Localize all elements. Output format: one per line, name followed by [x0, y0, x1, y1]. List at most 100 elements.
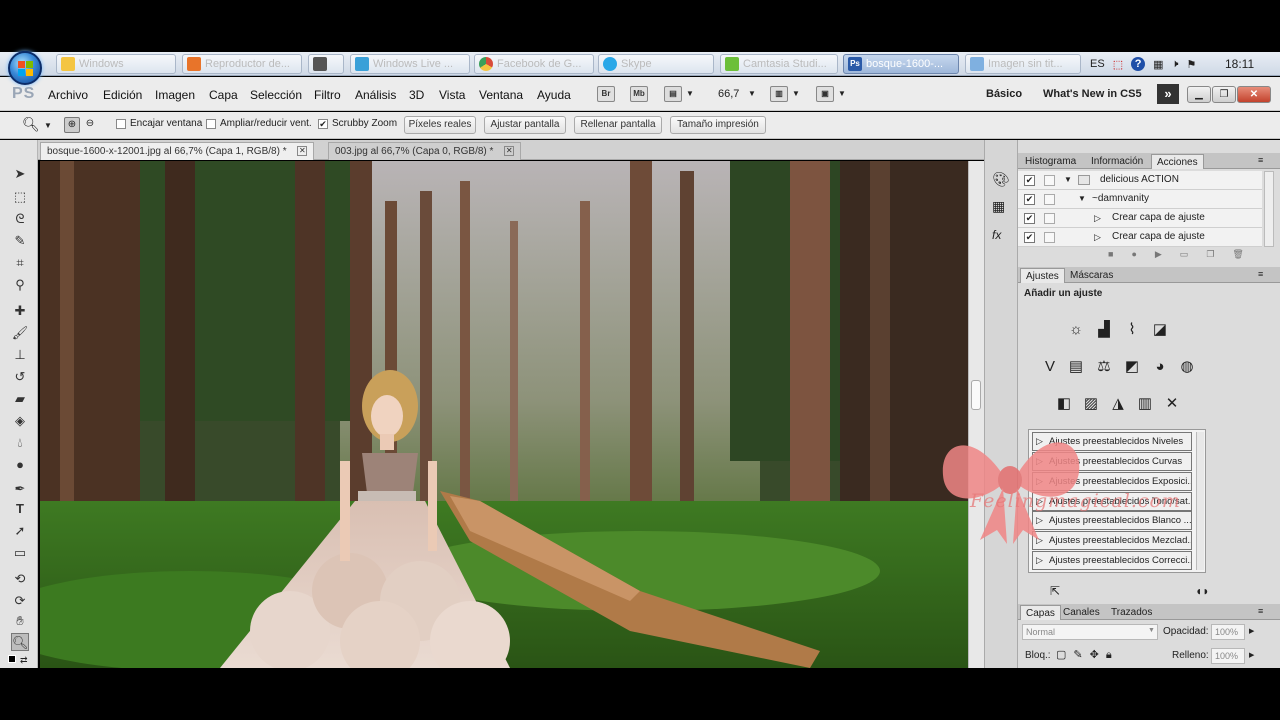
more-workspaces-button[interactable]: »: [1157, 84, 1179, 104]
path-selection-tool-icon[interactable]: ➚: [11, 522, 29, 540]
zoom-tool-icon[interactable]: 🔍︎: [11, 633, 29, 651]
chevron-down-icon[interactable]: ▼: [44, 121, 52, 130]
taskbar-button-image[interactable]: Imagen sin tit...: [965, 54, 1081, 74]
fill-field[interactable]: 100%: [1211, 648, 1245, 664]
crop-tool-icon[interactable]: ⌗: [11, 254, 29, 272]
record-icon[interactable]: ●: [1131, 249, 1136, 263]
tab-histograma[interactable]: Histograma: [1020, 154, 1081, 169]
brightness-icon[interactable]: ☼: [1066, 320, 1086, 340]
action-step-row[interactable]: ✔ ▷ Crear capa de ajuste: [1018, 209, 1262, 228]
toggle-checkbox[interactable]: ✔: [1024, 213, 1035, 224]
close-tab-icon[interactable]: ✕: [504, 146, 515, 157]
language-indicator[interactable]: ES: [1090, 58, 1105, 70]
panel-menu-icon[interactable]: ≡: [1258, 269, 1263, 279]
color-balance-icon[interactable]: ⚖: [1094, 357, 1114, 377]
workspace-essentials[interactable]: Básico: [986, 88, 1022, 100]
pdf-icon[interactable]: ⬚: [1113, 58, 1123, 71]
vibrance-icon[interactable]: V: [1040, 357, 1060, 377]
eyedropper-tool-icon[interactable]: ⚲: [11, 276, 29, 294]
navigator-icon[interactable]: ▦: [992, 198, 1005, 215]
actual-pixels-button[interactable]: Píxeles reales: [404, 116, 476, 134]
tab-informacion[interactable]: Información: [1086, 154, 1148, 169]
chevron-right-icon[interactable]: ▶: [1249, 651, 1254, 659]
restore-button[interactable]: ❐: [1212, 86, 1236, 103]
bridge-button[interactable]: Br: [597, 86, 615, 102]
menu-vista[interactable]: Vista: [439, 88, 465, 102]
channel-mixer-icon[interactable]: ◍: [1177, 357, 1197, 377]
delete-icon[interactable]: 🗑︎: [1232, 249, 1243, 263]
stop-icon[interactable]: ■: [1108, 249, 1113, 263]
expand-view-icon[interactable]: ⇱: [1050, 584, 1060, 598]
new-set-icon[interactable]: ▭: [1180, 249, 1189, 263]
actions-scrollbar[interactable]: [1264, 171, 1274, 247]
selective-color-icon[interactable]: ✕: [1162, 394, 1182, 414]
black-white-icon[interactable]: ◩: [1122, 357, 1142, 377]
action-row[interactable]: ✔ ▼ ~damnvanity: [1018, 190, 1262, 209]
chevron-down-icon[interactable]: ▼: [1064, 171, 1072, 189]
healing-brush-tool-icon[interactable]: ✚: [11, 302, 29, 320]
eraser-tool-icon[interactable]: ▰: [11, 390, 29, 408]
clone-stamp-tool-icon[interactable]: ⊥: [11, 346, 29, 364]
invert-icon[interactable]: ◧: [1054, 394, 1074, 414]
fit-screen-button[interactable]: Ajustar pantalla: [484, 116, 566, 134]
chevron-down-icon[interactable]: ▼: [748, 89, 756, 98]
paint-bucket-tool-icon[interactable]: ◈: [11, 412, 29, 430]
zoom-tool-icon[interactable]: 🔍︎: [22, 116, 40, 133]
chevron-right-icon[interactable]: ▷: [1094, 209, 1101, 227]
history-brush-tool-icon[interactable]: ↺: [11, 368, 29, 386]
menu-ventana[interactable]: Ventana: [479, 88, 523, 102]
tab-capas[interactable]: Capas: [1020, 605, 1061, 620]
play-icon[interactable]: ▶: [1155, 249, 1162, 263]
taskbar-button-app[interactable]: [308, 54, 344, 74]
document-canvas[interactable]: [40, 161, 968, 668]
zoom-level[interactable]: 66,7: [718, 88, 739, 100]
chevron-down-icon[interactable]: ▼: [838, 89, 846, 98]
chevron-down-icon[interactable]: ▼: [1148, 627, 1155, 634]
palette-icon[interactable]: 🎨︎: [992, 171, 1010, 188]
taskbar-button-windows-live[interactable]: Windows Live ...: [350, 54, 470, 74]
close-button[interactable]: ✕: [1237, 86, 1271, 103]
chevron-down-icon[interactable]: ▼: [686, 89, 694, 98]
panel-menu-icon[interactable]: ≡: [1258, 606, 1263, 616]
dialog-toggle[interactable]: [1044, 213, 1055, 224]
dialog-toggle[interactable]: [1044, 194, 1055, 205]
menu-edicion[interactable]: Edición: [103, 88, 142, 102]
new-action-icon[interactable]: ❐: [1206, 249, 1214, 263]
print-size-button[interactable]: Tamaño impresión: [670, 116, 766, 134]
hue-saturation-icon[interactable]: ▤: [1066, 357, 1086, 377]
close-tab-icon[interactable]: ✕: [297, 146, 308, 157]
swap-colors-icon[interactable]: ⇄: [20, 655, 28, 666]
clip-layer-icon[interactable]: ◖◗: [1195, 584, 1210, 598]
document-tab-003[interactable]: 003.jpg al 66,7% (Capa 0, RGB/8) * ✕: [328, 142, 522, 160]
view-extras-icon[interactable]: ▤: [664, 86, 682, 102]
3d-rotate-tool-icon[interactable]: ⟲: [11, 570, 29, 588]
checkbox[interactable]: [116, 118, 126, 129]
blur-tool-icon[interactable]: 💧︎: [11, 434, 29, 452]
resize-window-checkbox[interactable]: Ampliar/reducir vent.: [206, 118, 312, 129]
foreground-color-swatch[interactable]: [8, 655, 16, 663]
marquee-tool-icon[interactable]: ⬚: [11, 188, 29, 206]
volume-icon[interactable]: 🕨: [1172, 58, 1179, 71]
vertical-scrollbar[interactable]: [968, 161, 984, 668]
chevron-down-icon[interactable]: ▼: [1078, 190, 1086, 208]
menu-analisis[interactable]: Análisis: [355, 88, 396, 102]
hand-tool-icon[interactable]: ✋︎: [11, 612, 29, 630]
photo-filter-icon[interactable]: ◕: [1150, 357, 1170, 377]
quick-selection-tool-icon[interactable]: ✎: [11, 232, 29, 250]
taskbar-button-skype[interactable]: Skype: [598, 54, 714, 74]
taskbar-button-chrome[interactable]: Facebook de G...: [474, 54, 594, 74]
clock[interactable]: 18:11: [1225, 57, 1254, 71]
shape-tool-icon[interactable]: ▭: [11, 544, 29, 562]
fit-window-checkbox[interactable]: Encajar ventana: [116, 118, 202, 129]
levels-icon[interactable]: ▟: [1094, 320, 1114, 340]
toggle-checkbox[interactable]: ✔: [1024, 175, 1035, 186]
taskbar-button-windows[interactable]: Windows: [56, 54, 176, 74]
chevron-right-icon[interactable]: ▷: [1094, 228, 1101, 246]
type-tool-icon[interactable]: T: [11, 500, 29, 518]
menu-ayuda[interactable]: Ayuda: [537, 88, 571, 102]
checkbox[interactable]: [206, 118, 216, 129]
panel-menu-icon[interactable]: ≡: [1258, 155, 1263, 165]
document-tab-bosque[interactable]: bosque-1600-x-12001.jpg al 66,7% (Capa 1…: [40, 142, 315, 160]
start-button[interactable]: [8, 51, 42, 85]
chevron-right-icon[interactable]: ▶: [1249, 627, 1254, 635]
